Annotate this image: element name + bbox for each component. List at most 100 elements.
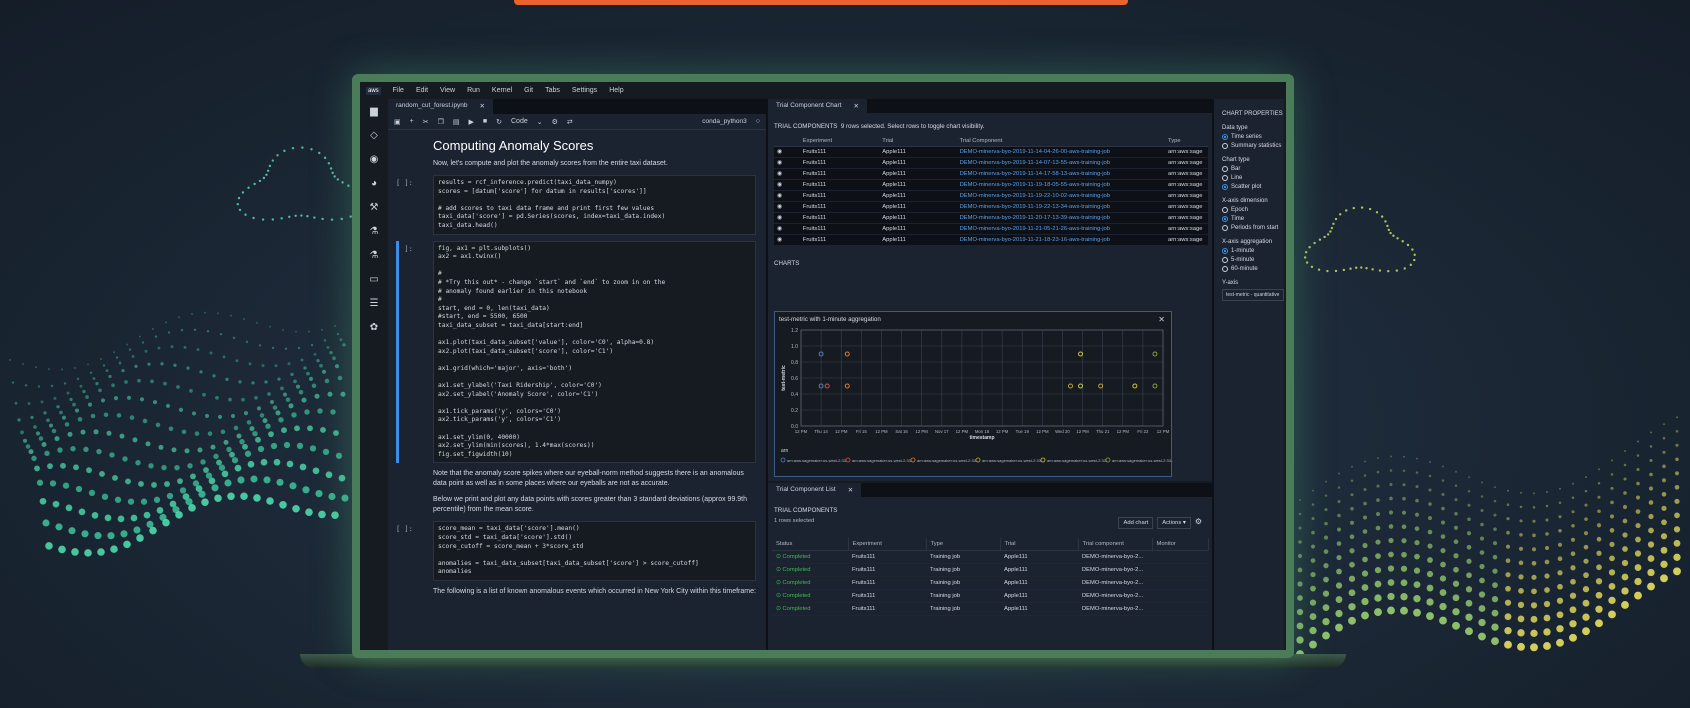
radio-option[interactable]: 60-minute: [1222, 266, 1284, 272]
table-row[interactable]: ◉ Fruits111 Apple111 DEMO-minerva-byo-2019-…: [774, 212, 1208, 224]
radio-option[interactable]: Time: [1222, 216, 1284, 222]
table-cell[interactable]: DEMO-minerva-byo-2019-11-20-17-13-39-aws…: [956, 212, 1165, 224]
restart-icon[interactable]: ↻: [496, 118, 502, 126]
code-cell[interactable]: [ ]: results = rcf_inference.predict(tax…: [396, 175, 756, 235]
add-cell-icon[interactable]: +: [410, 118, 414, 125]
eye-icon[interactable]: ◉: [774, 212, 800, 224]
eye-icon[interactable]: ◉: [774, 157, 800, 169]
radio-button[interactable]: [1222, 134, 1228, 140]
menu-help[interactable]: Help: [609, 87, 623, 94]
git-diff-icon[interactable]: ⇄: [567, 118, 573, 126]
menu-file[interactable]: File: [393, 87, 404, 94]
code-cell-active[interactable]: [ ]: fig, ax1 = plt.subplots() ax2 = ax1…: [396, 240, 756, 464]
radio-option[interactable]: Bar: [1222, 166, 1284, 172]
column-header[interactable]: Status: [772, 538, 849, 551]
radio-option[interactable]: Epoch: [1222, 207, 1284, 213]
table-cell[interactable]: DEMO-minerva-byo-2019-11-19-22-13-34-aws…: [956, 201, 1165, 213]
table-row[interactable]: ⊙ Completed Fruits111 Training job Apple111…: [772, 589, 1208, 603]
code-cell[interactable]: [ ]: score_mean = taxi_data['score'].mea…: [396, 521, 756, 581]
close-icon[interactable]: ✕: [848, 486, 853, 494]
eye-icon[interactable]: ◉: [774, 179, 800, 191]
table-row[interactable]: ◉ Fruits111 Apple111 DEMO-minerva-byo-2019-…: [774, 168, 1208, 180]
settings-icon[interactable]: ⚙: [406, 651, 411, 657]
cell-type-select[interactable]: Code: [511, 118, 528, 125]
table-cell[interactable]: DEMO-minerva-byo-2019-11-14-04-26-00-aws…: [956, 146, 1165, 158]
column-header[interactable]: Experiment: [848, 538, 927, 551]
code-editor[interactable]: fig, ax1 = plt.subplots() ax2 = ax1.twin…: [433, 240, 756, 464]
notebook-content[interactable]: Computing Anomaly Scores Now, let's comp…: [388, 130, 766, 635]
radio-button[interactable]: [1222, 248, 1228, 254]
table-cell[interactable]: DEMO-minerva-byo-2019-11-21-18-23-16-aws…: [956, 234, 1165, 246]
column-header[interactable]: Experiment: [799, 136, 880, 147]
menu-settings[interactable]: Settings: [572, 87, 597, 94]
gear-icon[interactable]: ⚙: [552, 118, 558, 126]
table-row[interactable]: ◉ Fruits111 Apple111 DEMO-minerva-byo-2019-…: [774, 157, 1208, 169]
notebook-tab[interactable]: random_cut_forest.ipynb ✕: [388, 99, 493, 114]
radio-button[interactable]: [1222, 175, 1228, 181]
gear-icon[interactable]: ⚙: [1195, 517, 1202, 529]
menu-view[interactable]: View: [440, 87, 455, 94]
table-cell[interactable]: DEMO-minerva-byo-2019-11-19-18-05-55-aws…: [956, 179, 1165, 191]
y-axis-select[interactable]: test-metric - quantitative: [1222, 289, 1284, 301]
run-icon[interactable]: ▶: [469, 118, 474, 126]
radio-button[interactable]: [1222, 207, 1228, 213]
terminal-icon[interactable]: ▣: [379, 651, 384, 657]
column-header[interactable]: Trial Component: [956, 136, 1165, 147]
eye-icon[interactable]: ◉: [774, 201, 800, 213]
table-row[interactable]: ◉ Fruits111 Apple111 DEMO-minerva-byo-2019-…: [774, 179, 1208, 191]
save-icon[interactable]: ▣: [394, 118, 401, 126]
radio-option[interactable]: Line: [1222, 175, 1284, 181]
radio-option[interactable]: Time series: [1222, 134, 1284, 140]
list-panel-tab[interactable]: Trial Component List ✕: [768, 483, 862, 497]
list-icon[interactable]: ☰: [370, 299, 379, 309]
code-editor[interactable]: score_mean = taxi_data['score'].mean() s…: [433, 521, 756, 581]
table-row[interactable]: ◉ Fruits111 Apple111 DEMO-minerva-byo-2019-…: [774, 223, 1208, 235]
extension-icon[interactable]: ✿: [370, 323, 378, 333]
kernel-name[interactable]: conda_python3: [702, 118, 746, 125]
paste-icon[interactable]: ▤: [453, 118, 460, 126]
table-row[interactable]: ◉ Fruits111 Apple111 DEMO-minerva-byo-2019-…: [774, 146, 1208, 158]
chart-panel-tab[interactable]: Trial Component Chart ✕: [768, 99, 867, 113]
copy-icon[interactable]: ❐: [438, 118, 444, 126]
column-header[interactable]: Trial: [879, 136, 957, 147]
table-cell[interactable]: DEMO-minerva-byo-2019-11-21-05-21-26-aws…: [956, 223, 1165, 235]
radio-button[interactable]: [1222, 143, 1228, 149]
menu-run[interactable]: Run: [467, 87, 480, 94]
eye-icon[interactable]: ◉: [774, 168, 800, 180]
table-cell[interactable]: DEMO-minerva-byo-2019-11-14-07-13-55-aws…: [956, 157, 1165, 169]
eye-icon[interactable]: ◉: [774, 146, 800, 158]
radio-option[interactable]: 5-minute: [1222, 257, 1284, 263]
radio-button[interactable]: [1222, 225, 1228, 231]
git-icon[interactable]: ◇: [370, 131, 378, 141]
table-row[interactable]: ◉ Fruits111 Apple111 DEMO-minerva-byo-2019-…: [774, 190, 1208, 202]
chart-card[interactable]: test-metric with 1-minute aggregation ✕ …: [774, 311, 1173, 477]
tabs-icon[interactable]: ▭: [369, 275, 378, 285]
menu-edit[interactable]: Edit: [416, 87, 428, 94]
column-header[interactable]: Trial component: [1078, 538, 1153, 551]
column-header[interactable]: Monitor: [1152, 538, 1209, 551]
radio-button[interactable]: [1222, 266, 1228, 272]
add-chart-button[interactable]: Add chart: [1118, 517, 1154, 529]
eye-icon[interactable]: ◉: [774, 234, 800, 246]
table-row[interactable]: ⊙ Completed Fruits111 Training job Apple111…: [772, 602, 1208, 616]
menu-git[interactable]: Git: [524, 87, 533, 94]
close-icon[interactable]: ✕: [480, 102, 485, 111]
column-header[interactable]: Type: [1165, 136, 1208, 147]
flask-icon[interactable]: ⚗: [370, 227, 379, 237]
table-row[interactable]: ◉ Fruits111 Apple111 DEMO-minerva-byo-2019-…: [774, 234, 1208, 246]
code-editor[interactable]: results = rcf_inference.predict(taxi_dat…: [433, 175, 756, 235]
stop-icon[interactable]: ■: [483, 118, 487, 125]
table-row[interactable]: ⊙ Completed Fruits111 Training job Apple111…: [772, 576, 1208, 590]
chevron-down-icon[interactable]: ⌄: [537, 118, 543, 126]
column-header[interactable]: Type: [926, 538, 1001, 551]
radio-option[interactable]: Scatter plot: [1222, 184, 1284, 190]
radio-button[interactable]: [1222, 184, 1228, 190]
eye-icon[interactable]: ◉: [774, 190, 800, 202]
cut-icon[interactable]: ✂: [423, 118, 429, 126]
experiments-icon[interactable]: ⚗: [370, 251, 379, 261]
table-cell[interactable]: DEMO-minerva-byo-2019-11-14-17-58-13-aws…: [956, 168, 1165, 180]
eye-icon[interactable]: ◉: [774, 223, 800, 235]
wrench-icon[interactable]: ⚒: [370, 203, 379, 213]
actions-button[interactable]: Actions ▾: [1157, 517, 1191, 529]
running-icon[interactable]: ◉: [370, 155, 379, 165]
